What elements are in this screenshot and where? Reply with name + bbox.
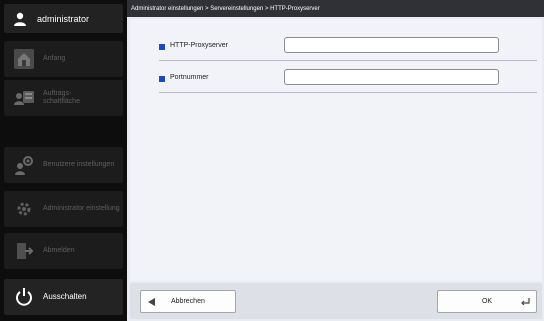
form-area: HTTP-Proxyserver Portnummer: [130, 19, 542, 281]
footer-bar: Abbrechen OK: [130, 283, 542, 319]
sidebar-item-home[interactable]: Anfang: [4, 41, 123, 77]
sidebar-item-user-settings[interactable]: Benutzere instellungen: [4, 147, 123, 183]
sidebar-item-admin-settings[interactable]: Administrator einstellung: [4, 191, 123, 227]
back-arrow-icon: [148, 297, 155, 306]
user-settings-icon: [13, 154, 35, 176]
cancel-button[interactable]: Abbrechen: [140, 290, 236, 313]
http-proxyserver-input[interactable]: [284, 37, 499, 53]
sidebar-item-logout[interactable]: Abmelden: [4, 233, 123, 269]
enter-icon: [521, 298, 530, 307]
user-bar: administrator: [4, 4, 123, 33]
job-button-icon: [13, 87, 35, 109]
field-label: HTTP-Proxyserver: [170, 42, 228, 49]
breadcrumb: Administrator einstellungen > Servereins…: [127, 0, 544, 17]
field-label: Portnummer: [170, 74, 209, 81]
form-row-http-proxyserver: HTTP-Proxyserver: [159, 35, 537, 61]
sidebar-item-label: Anfang: [43, 55, 66, 62]
sidebar-item-label: Administrator einstellung: [43, 205, 120, 212]
user-icon: [13, 12, 27, 26]
main-panel: Administrator einstellungen > Servereins…: [127, 0, 544, 321]
user-name: administrator: [37, 13, 90, 24]
power-off-label: Ausschalten: [43, 292, 87, 301]
power-off-button[interactable]: Ausschalten: [4, 279, 123, 315]
ok-label: OK: [481, 298, 493, 305]
logout-icon: [13, 240, 35, 262]
power-icon: [13, 286, 35, 308]
home-icon: [13, 48, 35, 70]
cancel-label: Abbrechen: [171, 298, 205, 305]
sidebar-item-label: Abmelden: [43, 247, 75, 254]
bullet-icon: [159, 76, 165, 82]
sidebar: administrator Anfang Auftrags- schaltflä…: [0, 0, 127, 321]
admin-settings-icon: [13, 198, 35, 220]
sidebar-item-job-button[interactable]: Auftrags- schaltfläche: [4, 80, 123, 116]
form-row-portnummer: Portnummer: [159, 67, 537, 93]
portnummer-input[interactable]: [284, 69, 499, 85]
sidebar-item-label: Benutzere instellungen: [43, 161, 115, 168]
bullet-icon: [159, 44, 165, 50]
ok-button[interactable]: OK: [437, 290, 537, 313]
sidebar-item-label: Auftrags- schaltfläche: [43, 90, 80, 105]
